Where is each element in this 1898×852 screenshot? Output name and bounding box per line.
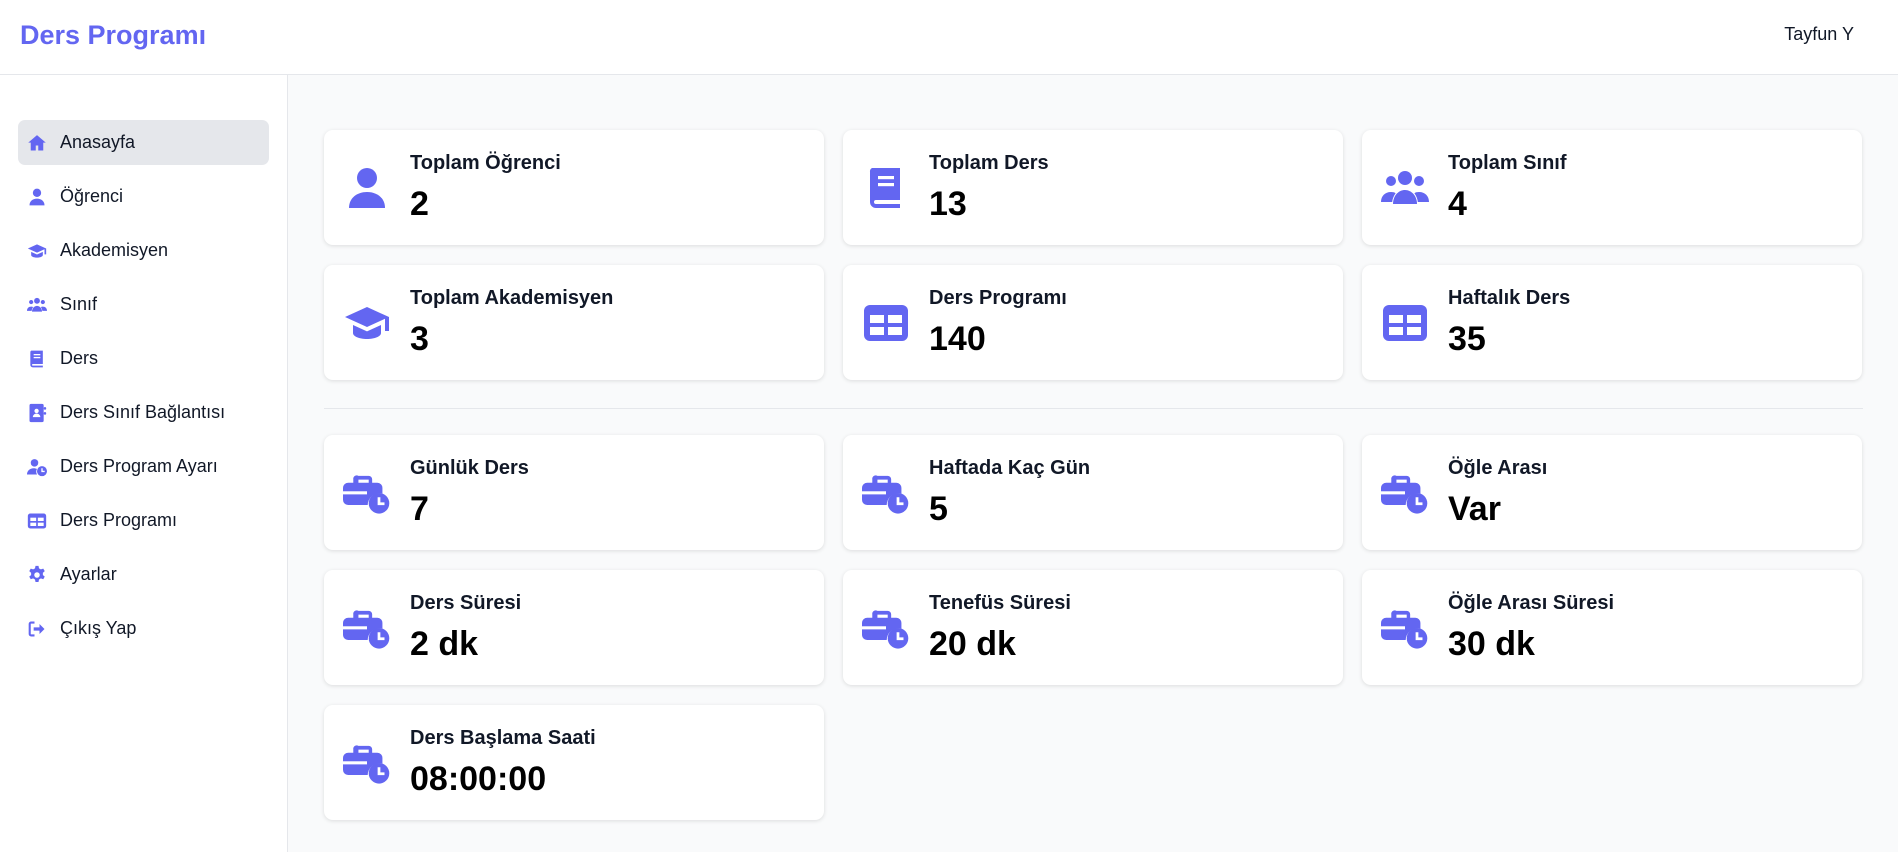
business-time-icon: [340, 601, 394, 655]
setting-card-ogle-arasi: Öğle Arası Var: [1362, 435, 1862, 550]
business-time-icon: [1378, 466, 1432, 520]
sidebar-nav: Anasayfa Öğrenci Akademisyen Sınıf Ders: [18, 120, 269, 660]
book-icon: [26, 348, 48, 370]
setting-card-ders-baslama-saati: Ders Başlama Saati 08:00:00: [324, 705, 824, 820]
sidebar-item-ogrenci[interactable]: Öğrenci: [18, 174, 269, 219]
stat-label: Toplam Öğrenci: [410, 151, 561, 174]
stat-card-ders-programi: Ders Programı 140: [843, 265, 1343, 380]
setting-label: Ders Süresi: [410, 591, 522, 614]
stat-label: Haftalık Ders: [1448, 286, 1571, 309]
setting-label: Öğle Arası Süresi: [1448, 591, 1614, 614]
stat-value: 4: [1448, 184, 1467, 223]
setting-card-tenefus-suresi: Tenefüs Süresi 20 dk: [843, 570, 1343, 685]
sidebar-item-label: Ders Program Ayarı: [60, 456, 218, 476]
top-bar: Ders Programı Tayfun Y: [0, 0, 1898, 75]
setting-label: Ders Başlama Saati: [410, 726, 596, 749]
user-clock-icon: [26, 456, 48, 478]
sidebar: Anasayfa Öğrenci Akademisyen Sınıf Ders: [0, 75, 288, 852]
stat-value: 3: [410, 319, 429, 358]
stat-label: Toplam Akademisyen: [410, 286, 614, 309]
sidebar-item-sinif[interactable]: Sınıf: [18, 282, 269, 327]
sidebar-item-ders-sinif-baglantisi[interactable]: Ders Sınıf Bağlantısı: [18, 390, 269, 435]
setting-card-ogle-arasi-suresi: Öğle Arası Süresi 30 dk: [1362, 570, 1862, 685]
sidebar-item-ders[interactable]: Ders: [18, 336, 269, 381]
home-icon: [26, 132, 48, 154]
users-icon: [26, 294, 48, 316]
table-icon: [1378, 296, 1432, 350]
stat-value: 2: [410, 184, 429, 223]
user-icon: [340, 161, 394, 215]
dashboard-main: Toplam Öğrenci 2 Toplam Ders 13 Toplam S…: [324, 130, 1864, 820]
setting-label: Öğle Arası: [1448, 456, 1548, 479]
sidebar-item-akademisyen[interactable]: Akademisyen: [18, 228, 269, 273]
setting-value: 20 dk: [929, 624, 1016, 663]
book-icon: [859, 161, 913, 215]
stat-label: Toplam Sınıf: [1448, 151, 1567, 174]
stat-card-toplam-sinif: Toplam Sınıf 4: [1362, 130, 1862, 245]
stat-card-haftalik-ders: Haftalık Ders 35: [1362, 265, 1862, 380]
setting-value: 08:00:00: [410, 759, 547, 798]
setting-value: 30 dk: [1448, 624, 1535, 663]
business-time-icon: [859, 466, 913, 520]
user-name[interactable]: Tayfun Y: [1784, 24, 1854, 45]
sidebar-item-label: Çıkış Yap: [60, 618, 137, 638]
business-time-icon: [1378, 601, 1432, 655]
stat-card-toplam-ders: Toplam Ders 13: [843, 130, 1343, 245]
address-book-icon: [26, 402, 48, 424]
setting-value: Var: [1448, 489, 1501, 528]
user-icon: [26, 186, 48, 208]
stats-grid: Toplam Öğrenci 2 Toplam Ders 13 Toplam S…: [324, 130, 1864, 380]
business-time-icon: [859, 601, 913, 655]
setting-value: 7: [410, 489, 429, 528]
stat-card-toplam-akademisyen: Toplam Akademisyen 3: [324, 265, 824, 380]
settings-grid: Günlük Ders 7 Haftada Kaç Gün 5 Öğle Ara…: [324, 435, 1864, 820]
sidebar-item-cikis-yap[interactable]: Çıkış Yap: [18, 606, 269, 651]
business-time-icon: [340, 736, 394, 790]
table-icon: [859, 296, 913, 350]
setting-card-ders-suresi: Ders Süresi 2 dk: [324, 570, 824, 685]
sidebar-item-label: Ayarlar: [60, 564, 117, 584]
sidebar-item-label: Ders Sınıf Bağlantısı: [60, 402, 226, 422]
setting-card-gunluk-ders: Günlük Ders 7: [324, 435, 824, 550]
setting-label: Haftada Kaç Gün: [929, 456, 1091, 479]
sidebar-item-ayarlar[interactable]: Ayarlar: [18, 552, 269, 597]
sidebar-item-ders-program-ayari[interactable]: Ders Program Ayarı: [18, 444, 269, 489]
sidebar-item-label: Sınıf: [60, 294, 98, 314]
stat-card-toplam-ogrenci: Toplam Öğrenci 2: [324, 130, 824, 245]
stat-value: 140: [929, 319, 986, 358]
setting-value: 2 dk: [410, 624, 479, 663]
sidebar-item-label: Anasayfa: [60, 132, 136, 152]
section-divider: [324, 408, 1863, 409]
sidebar-item-anasayfa[interactable]: Anasayfa: [18, 120, 269, 165]
sidebar-item-label: Akademisyen: [60, 240, 169, 260]
gear-icon: [26, 564, 48, 586]
sidebar-item-label: Ders Programı: [60, 510, 178, 530]
setting-card-haftada-kac-gun: Haftada Kaç Gün 5: [843, 435, 1343, 550]
setting-label: Günlük Ders: [410, 456, 529, 479]
setting-label: Tenefüs Süresi: [929, 591, 1071, 614]
stat-value: 35: [1448, 319, 1486, 358]
table-icon: [26, 510, 48, 532]
logout-icon: [26, 618, 48, 640]
sidebar-item-ders-programi[interactable]: Ders Programı: [18, 498, 269, 543]
stat-label: Toplam Ders: [929, 151, 1049, 174]
business-time-icon: [340, 466, 394, 520]
stat-label: Ders Programı: [929, 286, 1067, 309]
app-title[interactable]: Ders Programı: [20, 20, 206, 51]
stat-value: 13: [929, 184, 967, 223]
setting-value: 5: [929, 489, 948, 528]
users-icon: [1378, 161, 1432, 215]
sidebar-item-label: Ders: [60, 348, 99, 368]
sidebar-item-label: Öğrenci: [60, 186, 124, 206]
graduation-cap-icon: [26, 240, 48, 262]
graduation-cap-icon: [340, 296, 394, 350]
